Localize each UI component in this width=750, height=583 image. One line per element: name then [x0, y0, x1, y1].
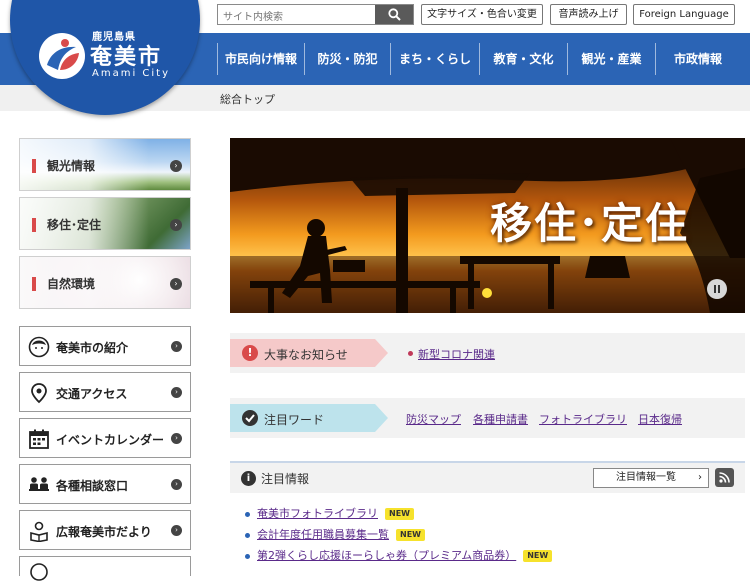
new-badge: NEW — [396, 529, 425, 541]
keyword-link-photo-library[interactable]: フォトライブラリ — [539, 411, 627, 427]
tile-accent-bar — [32, 218, 36, 232]
menu-label: 交通アクセス — [56, 387, 128, 401]
chevron-right-icon: › — [171, 387, 182, 398]
keyword-label: 注目ワード — [264, 413, 325, 427]
city-name: 奄美市 — [90, 45, 163, 70]
keyword-link-reversion[interactable]: 日本復帰 — [638, 411, 682, 427]
menu-icon — [30, 563, 48, 581]
featured-item: 会計年度任用職員募集一覧 NEW — [245, 526, 425, 542]
reader-icon — [30, 521, 48, 542]
nav-item-disaster[interactable]: 防災・防犯 — [305, 33, 390, 85]
nav-item-education[interactable]: 教育・文化 — [480, 33, 567, 85]
featured-item-link[interactable]: 会計年度任用職員募集一覧 — [257, 528, 389, 541]
new-badge: NEW — [385, 508, 414, 520]
featured-item: 奄美市フォトライブラリ NEW — [245, 505, 414, 521]
tile-tourism[interactable]: 観光情報 › — [19, 138, 191, 191]
featured-list-label: 注目情報一覧 — [616, 472, 676, 483]
important-notice-label: 大事なお知らせ — [264, 348, 348, 362]
featured-item: 第2弾くらし応援ほーらしゃ券（プレミアム商品券） NEW — [245, 547, 553, 563]
chevron-right-icon: › — [698, 472, 702, 483]
nav-item-municipal[interactable]: 市政情報 — [656, 33, 740, 85]
read-aloud-button[interactable]: 音声読み上げ — [550, 4, 627, 25]
consultation-icon — [29, 477, 49, 491]
foreign-language-button[interactable]: Foreign Language — [633, 4, 735, 25]
chevron-right-icon: › — [170, 160, 182, 172]
menu-label: 広報奄美市だより — [56, 525, 152, 539]
nav-item-tourism[interactable]: 観光・産業 — [568, 33, 655, 85]
tile-accent-bar — [32, 277, 36, 291]
search-input[interactable] — [218, 8, 375, 27]
featured-list-button[interactable]: 注目情報一覧 › — [593, 468, 709, 488]
check-icon — [242, 410, 258, 426]
chevron-right-icon: › — [171, 479, 182, 490]
menu-label: 奄美市の紹介 — [56, 341, 129, 355]
text-color-button[interactable]: 文字サイズ・色合い変更 — [421, 4, 543, 25]
chevron-right-icon: › — [171, 341, 182, 352]
pause-icon — [714, 285, 716, 293]
menu-item-partial[interactable] — [19, 556, 191, 581]
keyword-link-disaster-map[interactable]: 防災マップ — [406, 411, 461, 427]
nav-item-residents[interactable]: 市民向け情報 — [218, 33, 304, 85]
info-icon: i — [241, 471, 256, 486]
nav-item-living[interactable]: まち・くらし — [391, 33, 479, 85]
city-name-english: Amami City — [92, 68, 171, 79]
new-badge: NEW — [523, 550, 553, 562]
chevron-right-icon: › — [170, 219, 182, 231]
tile-label: 自然環境 — [47, 277, 96, 291]
menu-label: イベントカレンダー — [56, 433, 165, 447]
alert-icon: ! — [242, 345, 258, 361]
face-icon — [28, 336, 50, 358]
search-button[interactable] — [375, 5, 413, 24]
pause-icon — [718, 285, 720, 293]
bullet-icon — [245, 553, 250, 559]
calendar-icon — [29, 429, 49, 449]
chevron-right-icon: › — [170, 278, 182, 290]
keyword-row: 注目ワード 防災マップ 各種申請書 フォトライブラリ 日本復帰 — [230, 398, 745, 438]
featured-item-link[interactable]: 奄美市フォトライブラリ — [257, 507, 378, 520]
notice-link[interactable]: 新型コロナ関連 — [418, 346, 495, 362]
menu-label: 各種相談窓口 — [56, 479, 129, 493]
tile-migration[interactable]: 移住･定住 › — [19, 197, 191, 250]
search-box — [217, 4, 414, 27]
rss-button[interactable] — [715, 468, 734, 487]
bullet-icon — [245, 511, 250, 517]
rss-icon — [719, 472, 730, 483]
featured-header: i 注目情報 注目情報一覧 › — [230, 463, 745, 493]
chevron-right-icon: › — [171, 525, 182, 536]
menu-newsletter[interactable]: 広報奄美市だより › — [19, 510, 191, 550]
important-notice-row: ! 大事なお知らせ 新型コロナ関連 — [230, 333, 745, 373]
city-emblem-icon — [39, 33, 85, 79]
pause-button[interactable] — [707, 279, 727, 299]
featured-section: i 注目情報 注目情報一覧 › 奄美市フォトライブラリ NEW 会計年度任用職員募… — [230, 461, 745, 567]
chevron-right-icon: › — [171, 433, 182, 444]
hero-slideshow: 移住･定住 — [230, 138, 745, 313]
tile-label: 移住･定住 — [47, 218, 102, 232]
bullet-icon — [408, 351, 413, 356]
menu-consultation[interactable]: 各種相談窓口 › — [19, 464, 191, 504]
featured-title: 注目情報 — [261, 472, 310, 486]
featured-item-link[interactable]: 第2弾くらし応援ほーらしゃ券（プレミアム商品券） — [257, 549, 516, 562]
menu-access[interactable]: 交通アクセス › — [19, 372, 191, 412]
search-icon — [387, 8, 401, 21]
keyword-link-forms[interactable]: 各種申請書 — [473, 411, 528, 427]
tile-nature[interactable]: 自然環境 › — [19, 256, 191, 309]
hero-title: 移住･定住 — [490, 199, 690, 248]
breadcrumb-home[interactable]: 総合トップ — [220, 91, 275, 107]
bullet-icon — [245, 532, 250, 538]
location-pin-icon — [31, 383, 47, 404]
menu-city-intro[interactable]: 奄美市の紹介 › — [19, 326, 191, 366]
tile-label: 観光情報 — [47, 159, 96, 173]
tile-accent-bar — [32, 159, 36, 173]
menu-event-calendar[interactable]: イベントカレンダー › — [19, 418, 191, 458]
